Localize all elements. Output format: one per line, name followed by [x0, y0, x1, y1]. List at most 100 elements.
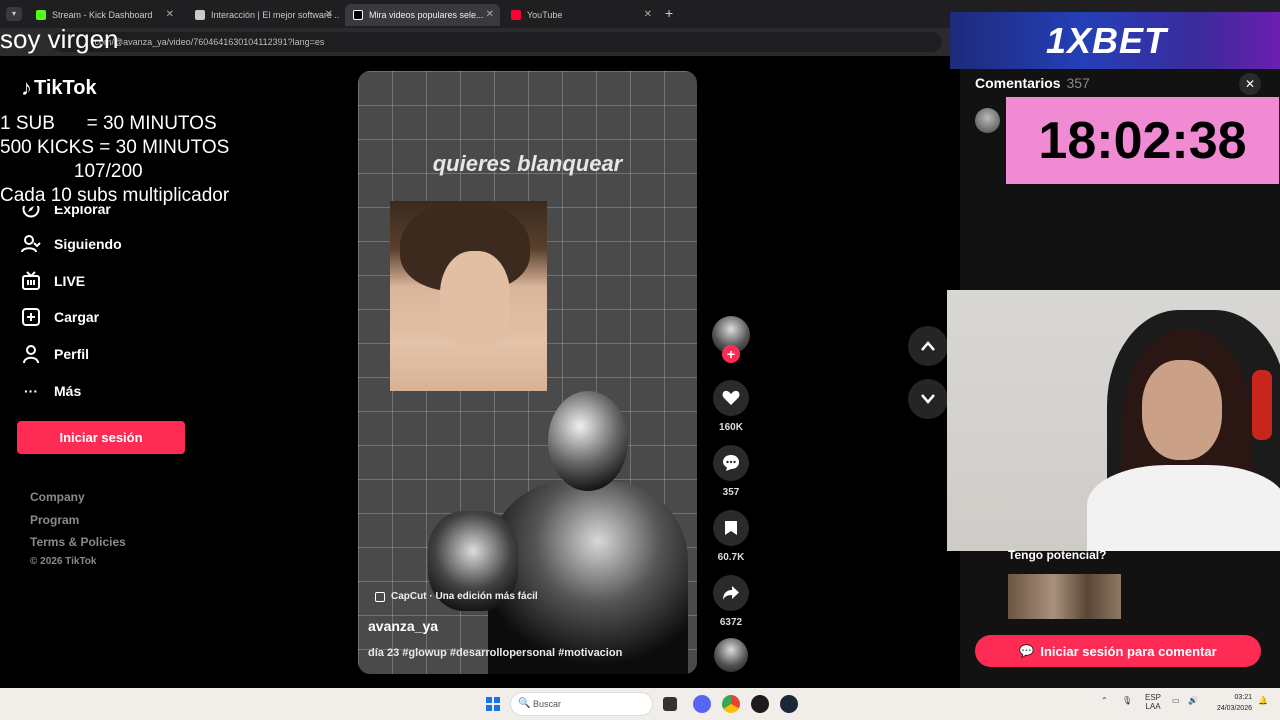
comments-count: 357	[1066, 75, 1090, 91]
like-action[interactable]: 160K	[711, 380, 751, 433]
tab-kick-dashboard[interactable]: Stream - Kick Dashboard ✕	[28, 4, 180, 26]
close-tab-icon[interactable]: ✕	[166, 9, 174, 20]
obs-icon[interactable]	[751, 695, 769, 713]
windows-start-icon[interactable]	[486, 697, 500, 711]
comment-cta-label: Iniciar sesión para comentar	[1040, 643, 1217, 659]
statue-head	[548, 391, 628, 491]
taskbar-search[interactable]: 🔍 Buscar	[510, 692, 653, 716]
heart-icon[interactable]	[713, 380, 749, 416]
sidebar-item-mas[interactable]: ··· Más	[20, 380, 81, 402]
new-tab-button[interactable]: +	[665, 5, 673, 21]
search-placeholder: Buscar	[533, 699, 562, 709]
next-video-button[interactable]	[908, 379, 948, 419]
tab-tiktok[interactable]: Mira videos populares sele... ✕	[345, 4, 500, 26]
overlay-line: 107/200	[0, 161, 143, 182]
tab-search-button[interactable]: ▾	[6, 7, 22, 21]
comments-title: Comentarios 357	[975, 75, 1090, 91]
capcut-icon	[375, 591, 385, 602]
system-clock[interactable]: 03:21 24/03/2026	[1206, 692, 1252, 714]
chevron-down-icon	[921, 394, 935, 404]
previous-video-button[interactable]	[908, 326, 948, 366]
sound-disc-avatar[interactable]	[714, 638, 748, 672]
streamer-shirt	[1087, 465, 1280, 551]
stream-timer: 18:02:38	[1006, 97, 1279, 184]
clock-time: 03:21	[1234, 694, 1252, 701]
share-action[interactable]: 6372	[711, 575, 751, 628]
comment-action[interactable]: 357	[711, 445, 751, 498]
capcut-label[interactable]: CapCut · Una edición más fácil	[375, 591, 538, 602]
overlay-line: Cada 10 subs multiplicador	[0, 185, 230, 206]
windows-taskbar: 🔍 Buscar ⌃ 🎙 ESP LAA ▭ 🔊 03:21 24/03/202…	[0, 688, 1280, 720]
comment-text: Tengo potencial?	[1008, 548, 1107, 562]
share-icon[interactable]	[713, 575, 749, 611]
network-icon[interactable]: ▭	[1172, 696, 1180, 705]
video-statue-image	[428, 381, 697, 674]
sidebar-item-live[interactable]: LIVE	[20, 270, 85, 292]
comment-icon[interactable]	[713, 445, 749, 481]
sidebar-item-perfil[interactable]: Perfil	[20, 343, 89, 365]
sidebar-item-label: LIVE	[54, 273, 86, 289]
microphone-icon[interactable]: 🎙	[1122, 696, 1132, 705]
logo-text: TikTok	[34, 76, 97, 99]
clock-date: 24/03/2026	[1216, 705, 1252, 712]
sidebar-item-label: Más	[54, 383, 82, 399]
task-view-icon[interactable]	[663, 697, 677, 711]
sidebar-item-cargar[interactable]: Cargar	[20, 306, 99, 328]
close-comments-button[interactable]: ✕	[1239, 73, 1261, 95]
chrome-icon[interactable]	[722, 695, 740, 713]
close-tab-icon[interactable]: ✕	[486, 9, 494, 20]
stream-overlay-rules: 1 SUB = 30 MINUTOS 500 KICKS = 30 MINUTO…	[0, 112, 260, 208]
sidebar-item-siguiendo[interactable]: Siguiendo	[20, 233, 122, 255]
steam-icon[interactable]	[780, 695, 798, 713]
commenter-avatar[interactable]	[975, 108, 1000, 133]
kick-icon	[36, 10, 46, 20]
video-face-image	[390, 201, 547, 391]
tab-label: YouTube	[527, 10, 563, 20]
volume-icon[interactable]: 🔊	[1188, 696, 1198, 705]
chevron-up-icon	[921, 341, 935, 351]
video-player[interactable]: quieres blanquear CapCut · Una edición m…	[358, 71, 697, 674]
bookmark-icon[interactable]	[713, 510, 749, 546]
tiktok-icon	[353, 10, 363, 20]
close-tab-icon[interactable]: ✕	[644, 9, 652, 20]
discord-icon[interactable]	[693, 695, 711, 713]
video-caption: quieres blanquear	[432, 151, 623, 176]
tab-label: Stream - Kick Dashboard	[52, 10, 153, 20]
upload-icon	[20, 306, 42, 328]
1xbet-banner: 1XBET	[950, 12, 1280, 69]
tab-interaccion[interactable]: Interacción | El mejor software ... ✕	[187, 4, 339, 26]
video-author[interactable]: avanza_ya	[368, 618, 438, 634]
profile-icon	[20, 343, 42, 365]
notification-icon[interactable]: 🔔	[1258, 696, 1268, 705]
login-to-comment-button[interactable]: 💬 Iniciar sesión para comentar	[975, 635, 1261, 667]
streamer-face	[1142, 360, 1222, 460]
overlay-line: 500 KICKS = 30 MINUTOS	[0, 137, 230, 158]
tray-expand-icon[interactable]: ⌃	[1101, 696, 1108, 705]
share-count: 6372	[719, 617, 743, 628]
tab-youtube[interactable]: YouTube ✕	[503, 4, 658, 26]
tiktok-note-icon: ♪	[21, 75, 32, 100]
face-shape	[440, 251, 510, 346]
close-tab-icon[interactable]: ✕	[325, 9, 333, 20]
footer-link-program[interactable]: Program	[30, 513, 79, 527]
webcam-overlay	[947, 290, 1280, 551]
site-icon	[195, 10, 205, 20]
footer-link-terms[interactable]: Terms & Policies	[30, 535, 126, 549]
save-count: 60.7K	[717, 552, 745, 563]
tab-label: Interacción | El mejor software ...	[211, 10, 339, 20]
like-count: 160K	[719, 422, 743, 433]
login-button[interactable]: Iniciar sesión	[17, 421, 185, 454]
comment-image-thumbnail[interactable]	[1008, 574, 1121, 619]
stream-overlay-title: soy virgen	[0, 24, 119, 54]
video-description[interactable]: día 23 #glowup #desarrollopersonal #moti…	[368, 647, 622, 659]
tiktok-logo[interactable]: ♪ TikTok	[21, 75, 97, 101]
language-indicator[interactable]: ESP LAA	[1145, 693, 1161, 711]
footer-link-company[interactable]: Company	[30, 490, 85, 504]
url-field[interactable]: .com/@avanza_ya/video/760464163010411239…	[52, 32, 942, 52]
capcut-text: CapCut · Una edición más fácil	[391, 591, 538, 602]
follow-plus-icon[interactable]: +	[722, 345, 740, 363]
save-action[interactable]: 60.7K	[711, 510, 751, 563]
sidebar-item-label: Siguiendo	[54, 236, 122, 252]
more-icon: ···	[24, 383, 38, 399]
sidebar-item-label: Cargar	[54, 309, 100, 325]
